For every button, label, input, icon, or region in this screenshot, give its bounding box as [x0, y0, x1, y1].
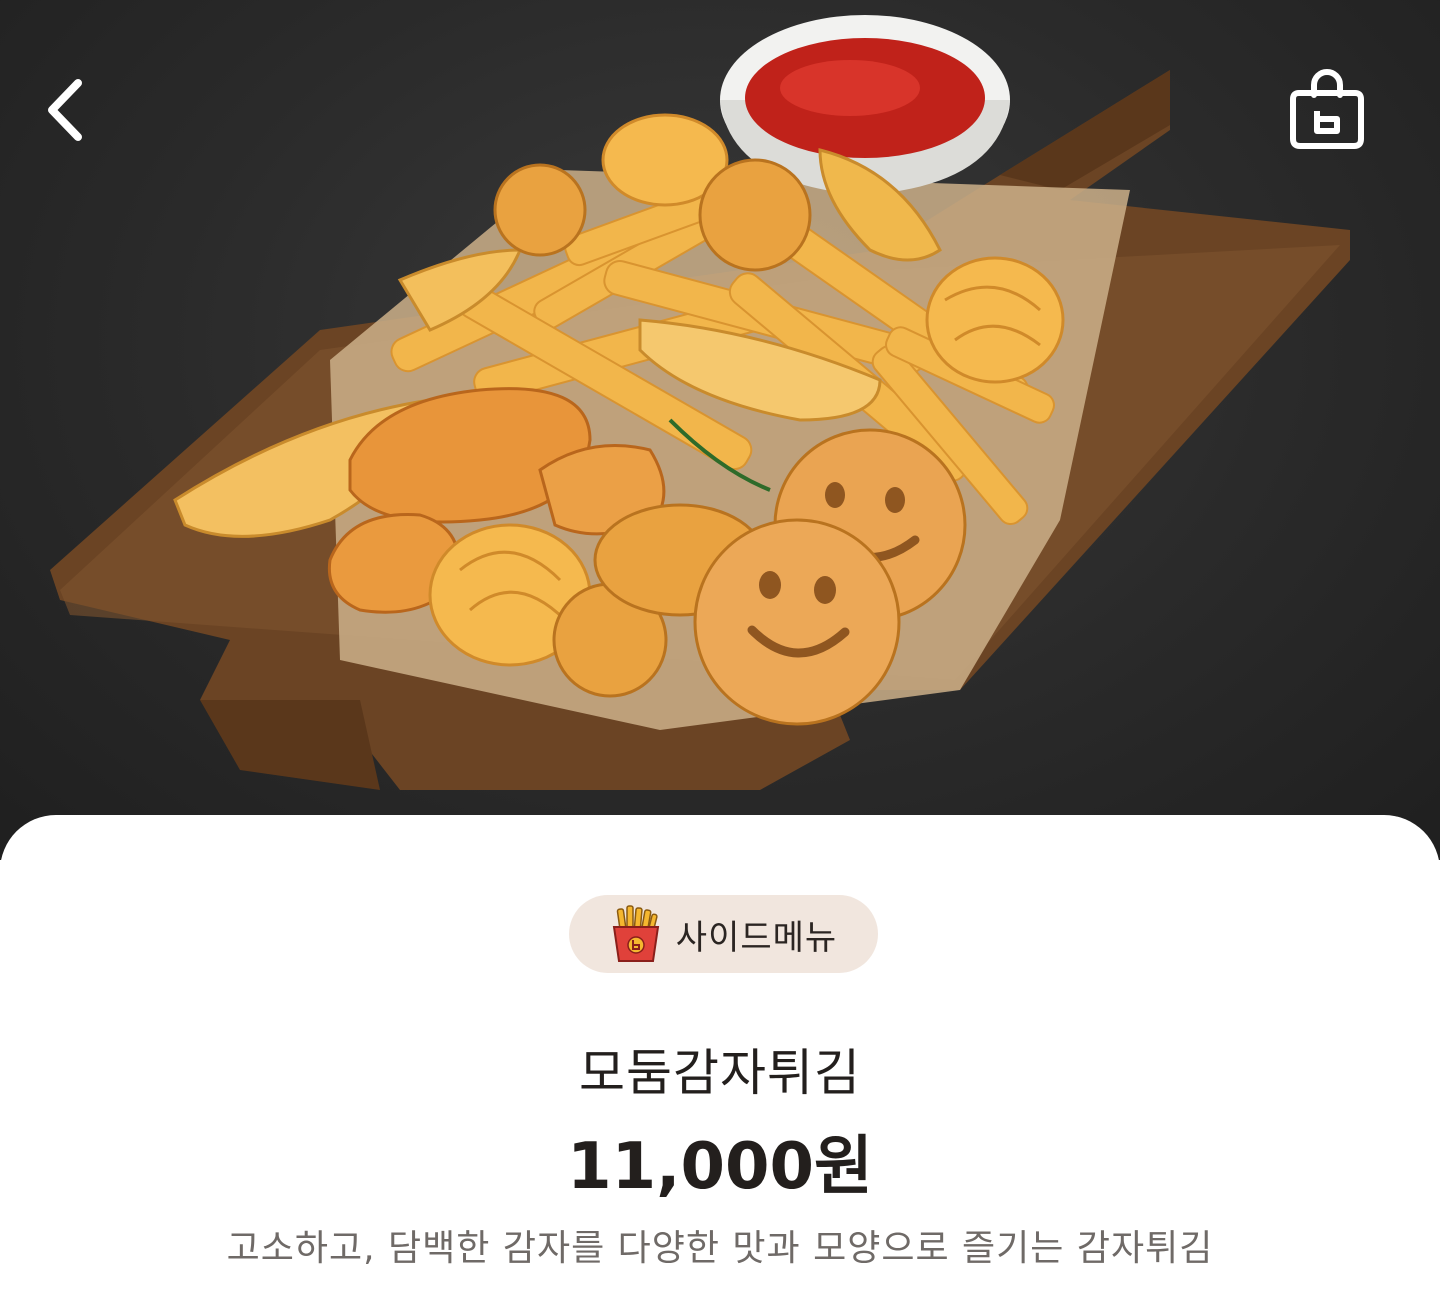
fries-platter-illustration: [50, 15, 1350, 790]
product-detail-sheet: 사이드메뉴 모둠감자튀김 11,000원 고소하고, 담백한 감자를 다양한 맛…: [0, 815, 1440, 1290]
shopping-bag-icon: [1290, 69, 1364, 149]
french-fries-icon: [612, 905, 659, 962]
product-hero-image: [0, 0, 1440, 860]
back-button[interactable]: [30, 70, 100, 150]
chevron-left-icon: [48, 79, 82, 141]
product-description: 고소하고, 담백한 감자를 다양한 맛과 모양으로 즐기는 감자튀김: [226, 1228, 1214, 1269]
cart-button[interactable]: [1282, 64, 1372, 154]
category-chip: 사이드메뉴: [569, 895, 878, 973]
category-label: 사이드메뉴: [675, 917, 838, 958]
product-price: 11,000원: [567, 1130, 873, 1204]
product-name: 모둠감자튀김: [579, 1044, 861, 1102]
